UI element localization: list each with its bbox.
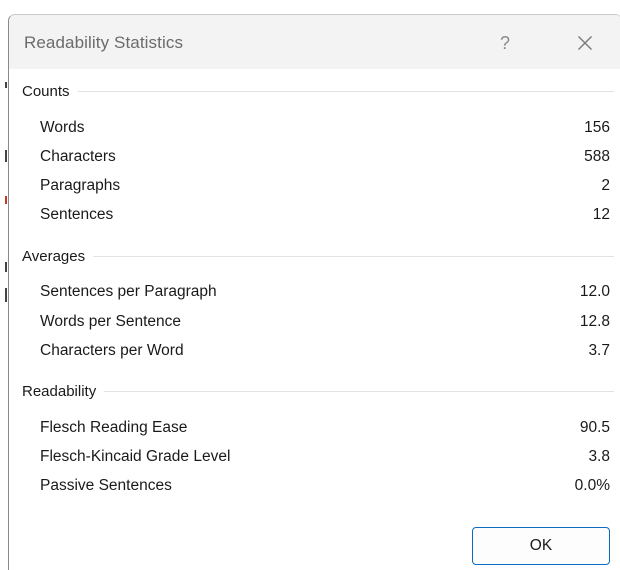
group-divider [93,255,614,257]
stat-label: Flesch Reading Ease [40,419,188,436]
stat-value: 588 [584,148,610,165]
averages-group-header: Averages [22,246,614,266]
stat-value: 2 [601,177,610,194]
stat-row-words: Words 156 [40,117,610,139]
stat-row-flesch-kincaid-grade-level: Flesch-Kincaid Grade Level 3.8 [40,446,610,468]
stat-value: 156 [584,119,610,136]
close-icon [578,36,592,50]
stat-value: 3.8 [588,448,610,465]
stat-label: Words [40,119,85,136]
stat-row-words-per-sentence: Words per Sentence 12.8 [40,311,610,333]
group-divider [77,90,614,92]
stat-row-flesch-reading-ease: Flesch Reading Ease 90.5 [40,417,610,439]
counts-group-label: Counts [22,82,70,100]
stat-row-characters-per-word: Characters per Word 3.7 [40,340,610,362]
readability-group-header: Readability [22,381,614,401]
dialog-titlebar: Readability Statistics ? [9,15,620,69]
stat-value: 12 [592,206,610,223]
stat-label: Sentences [40,206,114,223]
close-button[interactable] [567,27,603,59]
background-mark [5,262,7,272]
help-icon: ? [499,32,510,53]
dialog-title: Readability Statistics [24,33,184,52]
stat-value: 12.8 [579,313,610,330]
stat-value: 12.0 [579,283,610,300]
ok-button[interactable]: OK [472,527,610,565]
stat-row-passive-sentences: Passive Sentences 0.0% [40,475,610,497]
readability-statistics-dialog: Readability Statistics ? Counts Words 15… [8,14,620,570]
background-mark [5,150,7,162]
readability-group-label: Readability [22,382,97,400]
stat-label: Passive Sentences [40,477,172,494]
stat-label: Words per Sentence [40,313,182,330]
stat-row-characters: Characters 588 [40,146,610,168]
dialog-content: Counts Words 156 Characters 588 Paragrap… [9,69,620,570]
counts-group-header: Counts [22,81,614,101]
stat-value: 0.0% [574,477,610,494]
stat-row-sentences: Sentences 12 [40,204,610,226]
stat-value: 3.7 [588,342,610,359]
stat-row-sentences-per-paragraph: Sentences per Paragraph 12.0 [40,281,610,303]
stat-label: Characters [40,148,116,165]
group-divider [104,390,614,392]
stat-label: Paragraphs [40,177,121,194]
stat-label: Sentences per Paragraph [40,283,217,300]
averages-group-label: Averages [22,247,86,265]
background-mark [5,196,7,204]
stat-row-paragraphs: Paragraphs 2 [40,175,610,197]
screen: Readability Statistics ? Counts Words 15… [0,0,620,570]
stat-value: 90.5 [579,419,610,436]
stat-label: Flesch-Kincaid Grade Level [40,448,231,465]
help-button[interactable]: ? [487,27,523,59]
background-mark [5,82,7,88]
background-mark [5,288,7,302]
stat-label: Characters per Word [40,342,184,359]
